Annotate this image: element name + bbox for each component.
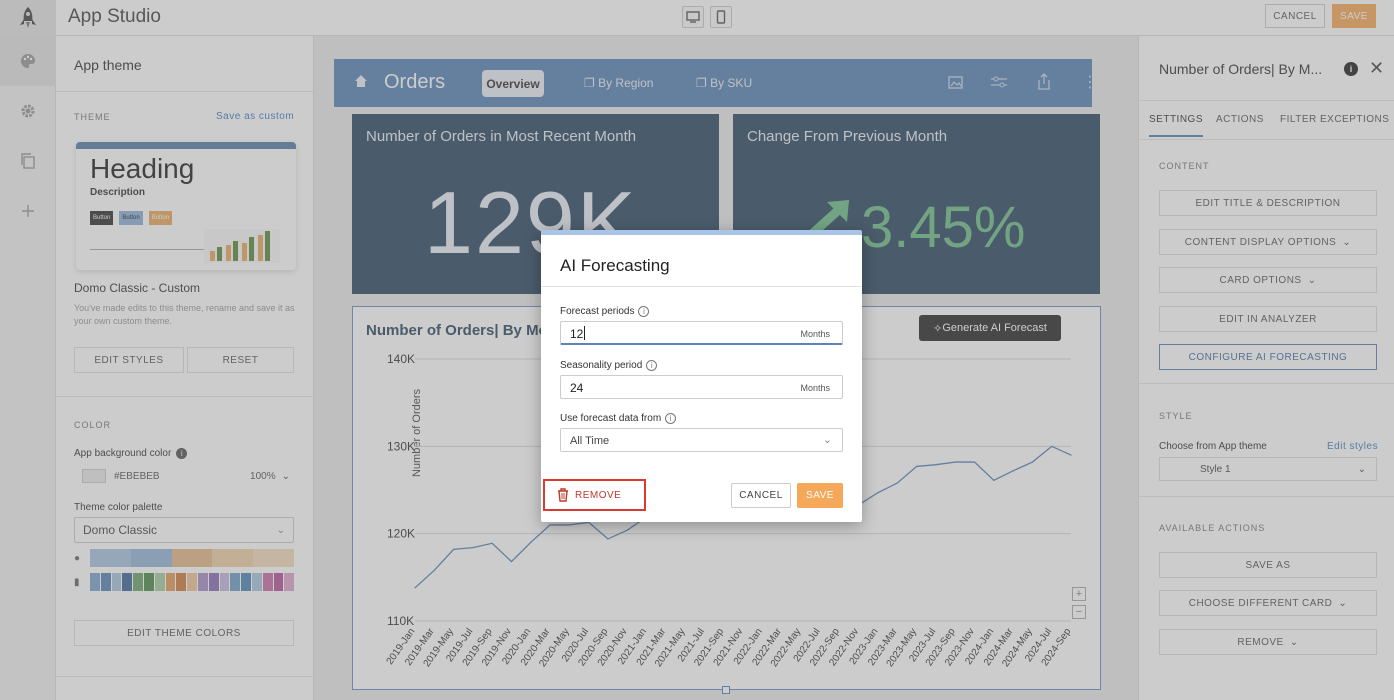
seasonality-label: Seasonality period i bbox=[560, 360, 658, 372]
forecast-unit: Months bbox=[800, 329, 830, 339]
text-cursor bbox=[584, 326, 585, 340]
seasonality-label-text: Seasonality period bbox=[560, 360, 643, 372]
forecast-periods-label: Forecast periods i bbox=[560, 306, 650, 318]
modal-save-button[interactable]: SAVE bbox=[797, 483, 843, 508]
forecast-source-label: Use forecast data from i bbox=[560, 413, 677, 425]
seasonality-value: 24 bbox=[570, 381, 584, 395]
info-icon[interactable]: i bbox=[638, 306, 650, 317]
remove-forecast-button[interactable]: REMOVE bbox=[543, 479, 646, 511]
forecast-periods-input[interactable]: 12 Months bbox=[560, 321, 843, 345]
info-icon[interactable]: i bbox=[646, 360, 658, 371]
seasonality-unit: Months bbox=[800, 383, 830, 393]
modal-cancel-button[interactable]: CANCEL bbox=[731, 483, 791, 508]
seasonality-input[interactable]: 24 Months bbox=[560, 375, 843, 399]
forecast-source-value: All Time bbox=[570, 435, 610, 447]
chevron-down-icon: ⌄ bbox=[822, 434, 832, 446]
forecast-source-select[interactable]: All Time ⌄ bbox=[560, 428, 843, 452]
info-icon[interactable]: i bbox=[665, 413, 677, 424]
forecast-periods-value: 12 bbox=[570, 327, 584, 341]
remove-label: REMOVE bbox=[575, 489, 622, 501]
divider bbox=[541, 286, 862, 287]
trash-icon bbox=[558, 488, 568, 502]
modal-title: AI Forecasting bbox=[560, 256, 670, 275]
forecast-source-label-text: Use forecast data from bbox=[560, 413, 662, 425]
ai-forecasting-modal: AI Forecasting Forecast periods i 12 Mont… bbox=[541, 230, 862, 522]
forecast-periods-label-text: Forecast periods bbox=[560, 306, 635, 318]
